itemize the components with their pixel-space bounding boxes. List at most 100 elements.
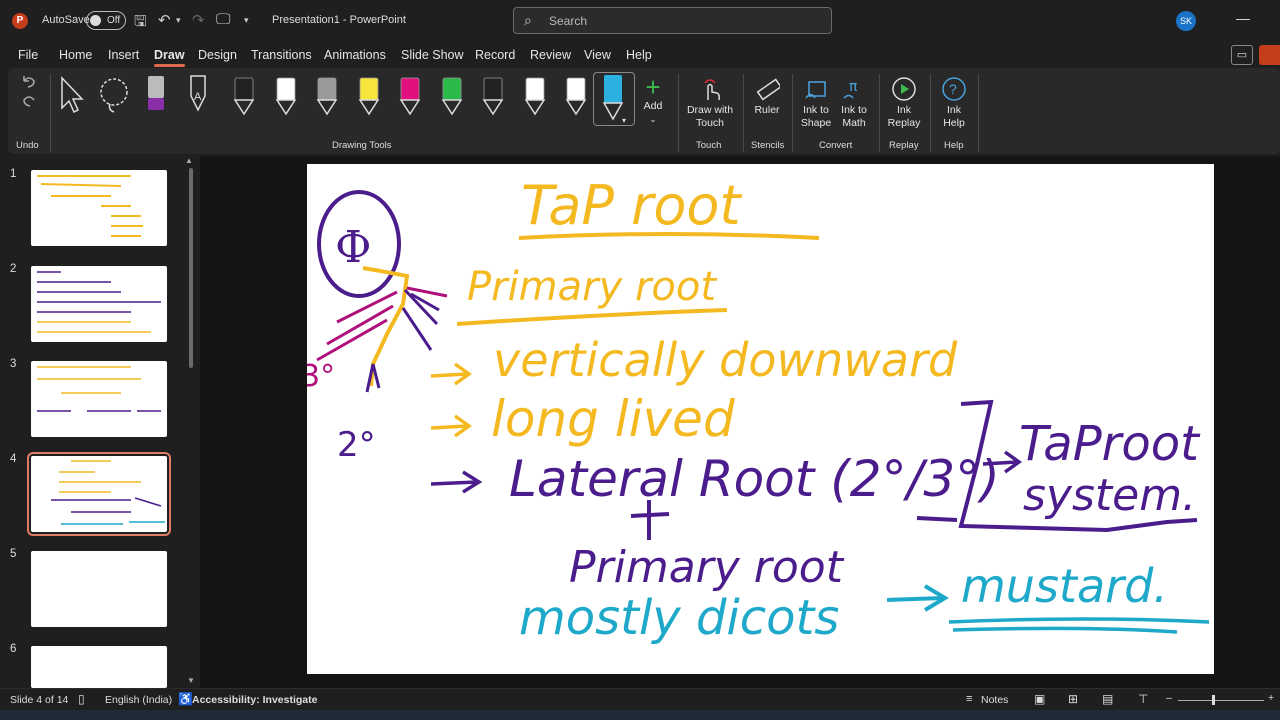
comments-icon[interactable]: ▭: [1231, 45, 1253, 65]
slideshow-view-icon[interactable]: ⊤: [1138, 692, 1148, 706]
document-title: Presentation1 - PowerPoint: [272, 14, 406, 26]
autosave-toggle[interactable]: Off: [86, 11, 126, 30]
normal-view-icon[interactable]: ▣: [1034, 692, 1045, 706]
ink-to-math-button[interactable]: π Ink to Math: [838, 76, 870, 130]
ink-to-math-label-2: Math: [842, 117, 866, 129]
slide-thumbnail-1[interactable]: [31, 170, 167, 246]
tab-home[interactable]: Home: [59, 48, 92, 62]
action-pen-icon[interactable]: A: [186, 72, 210, 116]
spelling-icon[interactable]: ▯: [78, 692, 85, 706]
touch-hand-icon: [704, 79, 720, 101]
line-taproot: TaProot: [1019, 416, 1201, 472]
search-box[interactable]: ⌕ Search: [513, 7, 832, 34]
thumbnail-scrollbar[interactable]: [189, 168, 193, 368]
add-pen-button[interactable]: + Add ⌄: [638, 74, 668, 126]
tab-view[interactable]: View: [584, 48, 611, 62]
tab-animations[interactable]: Animations: [324, 48, 386, 62]
zoom-slider-thumb[interactable]: [1212, 695, 1215, 705]
scroll-up-icon[interactable]: ▲: [185, 156, 193, 165]
slide-thumbnail-panel: 1 2 3 4 5 6: [0, 160, 200, 688]
undo-icon[interactable]: ↶: [158, 11, 171, 29]
line-lateral-root: Lateral Root (2°/3°): [509, 450, 1000, 508]
tab-review[interactable]: Review: [530, 48, 571, 62]
minimize-icon[interactable]: —: [1236, 10, 1250, 26]
current-slide[interactable]: Ф 3° 2° TaP root Primary root vertically…: [307, 164, 1214, 674]
pen-1-icon[interactable]: [232, 76, 256, 116]
pen-7-icon[interactable]: [481, 76, 505, 116]
connector-stroke: [916, 516, 958, 522]
ink-replay-button[interactable]: Ink Replay: [884, 76, 924, 130]
draw-with-touch-button[interactable]: Draw with Touch: [682, 76, 738, 130]
slide-thumbnail-4[interactable]: [27, 452, 171, 536]
pen-6-icon[interactable]: [440, 76, 464, 116]
replay-icon: [892, 77, 916, 101]
scroll-down-icon[interactable]: ▼: [187, 676, 195, 685]
reading-view-icon[interactable]: ▤: [1102, 692, 1113, 706]
search-placeholder: Search: [549, 14, 588, 28]
zoom-slider[interactable]: [1178, 700, 1264, 701]
tab-slide-show[interactable]: Slide Show: [401, 48, 464, 62]
undo-redo-icons[interactable]: [20, 72, 38, 112]
ribbon-separator: [978, 74, 979, 152]
line-primary-root: Primary root: [467, 264, 717, 310]
pen-5-icon[interactable]: [398, 76, 422, 116]
redo-icon[interactable]: ↷: [192, 11, 205, 29]
slide-thumbnail-6[interactable]: [31, 646, 167, 688]
ruler-icon: [756, 78, 780, 101]
slide-sorter-icon[interactable]: ⊞: [1068, 692, 1078, 706]
pen-4-icon[interactable]: [357, 76, 381, 116]
tab-insert[interactable]: Insert: [108, 48, 139, 62]
pen-9-icon[interactable]: [564, 76, 588, 116]
tab-design[interactable]: Design: [198, 48, 237, 62]
undo-dropdown-icon[interactable]: ▾: [176, 15, 181, 26]
ink-to-shape-button[interactable]: Ink to Shape: [798, 76, 834, 130]
line-mustard: mustard.: [961, 559, 1168, 613]
group-label-help: Help: [944, 140, 964, 151]
ink-to-shape-icon: [805, 81, 826, 99]
ribbon-tabs: File Home Insert Draw Design Transitions…: [0, 42, 1280, 68]
tab-record[interactable]: Record: [475, 48, 515, 62]
ink-replay-label-2: Replay: [887, 117, 921, 129]
language-indicator[interactable]: English (India): [105, 694, 172, 706]
mustard-underline: [948, 617, 1210, 634]
present-icon[interactable]: 🖵: [216, 11, 230, 28]
zoom-out-icon[interactable]: –: [1166, 692, 1172, 704]
tab-draw[interactable]: Draw: [154, 48, 185, 67]
selected-pen-frame[interactable]: ▾: [593, 72, 635, 126]
eraser-icon[interactable]: [145, 72, 167, 116]
customize-qat-icon[interactable]: ▾: [244, 15, 249, 26]
save-icon[interactable]: 🖫: [134, 11, 147, 36]
zoom-in-icon[interactable]: +: [1268, 692, 1274, 704]
arrow-icon: [430, 414, 473, 438]
line-primary-root-2: Primary root: [569, 542, 845, 593]
notes-button[interactable]: Notes: [981, 694, 1008, 706]
add-label: Add: [643, 100, 663, 112]
line-mostly-dicots: mostly dicots: [519, 590, 839, 646]
ribbon-separator: [879, 74, 880, 152]
accessibility-status[interactable]: Accessibility: Investigate: [192, 694, 317, 706]
ink-help-label-1: Ink: [946, 104, 961, 116]
group-label-stencils: Stencils: [751, 140, 785, 151]
pen-8-icon[interactable]: [523, 76, 547, 116]
lasso-select-icon[interactable]: [96, 76, 136, 116]
slide-number-5: 5: [10, 548, 17, 560]
help-icon: ?: [942, 77, 966, 101]
share-button[interactable]: [1259, 45, 1280, 65]
pen-3-icon[interactable]: [315, 76, 339, 116]
slide-thumbnail-5[interactable]: [31, 551, 167, 627]
ink-to-math-label-1: Ink to: [841, 104, 867, 116]
slide-thumbnail-3[interactable]: [31, 361, 167, 437]
tab-transitions[interactable]: Transitions: [251, 48, 312, 62]
notes-icon[interactable]: ≡: [966, 693, 972, 705]
accessibility-icon[interactable]: ♿: [178, 692, 193, 706]
pen-2-icon[interactable]: [274, 76, 298, 116]
tab-file[interactable]: File: [18, 48, 38, 62]
ink-help-button[interactable]: ? Ink Help: [938, 76, 970, 130]
ruler-button[interactable]: Ruler: [750, 76, 784, 117]
search-icon: ⌕: [524, 12, 532, 28]
user-avatar[interactable]: SK: [1176, 11, 1196, 31]
tab-help[interactable]: Help: [626, 48, 652, 62]
slide-thumbnail-2[interactable]: [31, 266, 167, 342]
select-pointer-icon[interactable]: [58, 76, 84, 116]
thumbnail-ink: [51, 460, 165, 525]
